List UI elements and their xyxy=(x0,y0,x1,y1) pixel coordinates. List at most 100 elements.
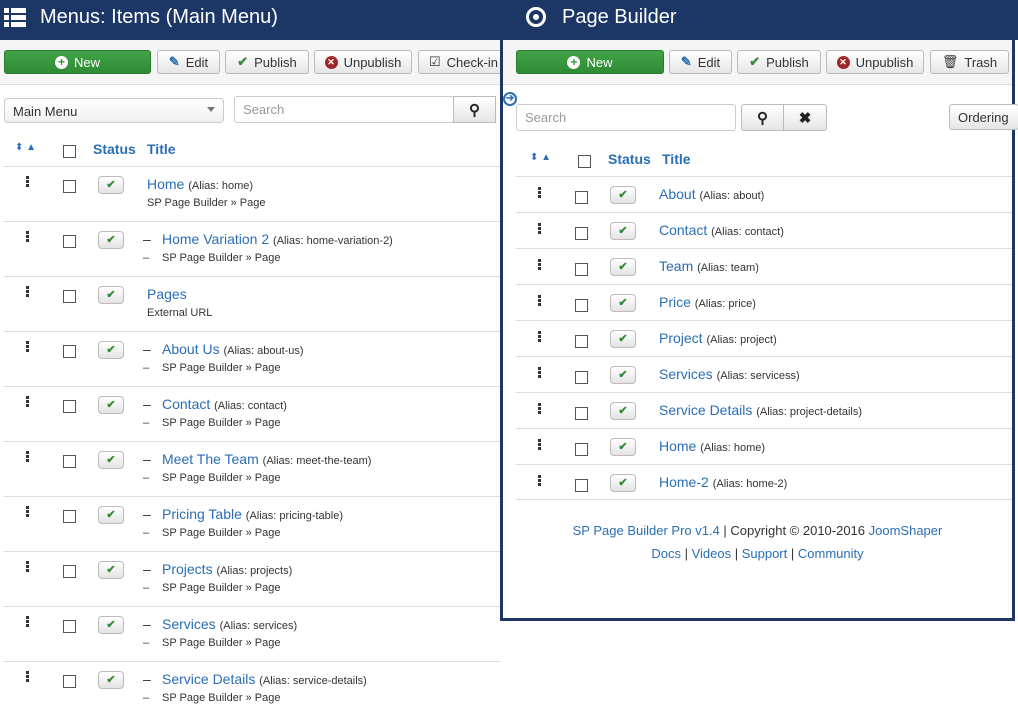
drag-handle-icon[interactable] xyxy=(538,223,541,234)
row-checkbox[interactable] xyxy=(575,227,588,240)
item-title[interactable]: Pricing Table xyxy=(162,506,242,522)
row-checkbox[interactable] xyxy=(575,299,588,312)
item-title-link[interactable]: About Us (Alias: about-us) xyxy=(162,341,304,357)
page-title-link[interactable]: Service Details (Alias: project-details) xyxy=(659,402,862,418)
item-title[interactable]: Home xyxy=(147,176,184,192)
row-checkbox[interactable] xyxy=(575,191,588,204)
page-title[interactable]: Contact xyxy=(659,222,707,238)
drag-handle-icon[interactable] xyxy=(26,396,29,407)
page-title-link[interactable]: Contact (Alias: contact) xyxy=(659,222,784,238)
page-title[interactable]: Service Details xyxy=(659,402,752,418)
item-title[interactable]: About Us xyxy=(162,341,220,357)
row-checkbox[interactable] xyxy=(575,479,588,492)
drag-handle-icon[interactable] xyxy=(26,561,29,572)
ordering-select[interactable]: Ordering xyxy=(949,104,1018,130)
pb-edit-button[interactable]: ✎ Edit xyxy=(669,50,732,74)
videos-link[interactable]: Videos xyxy=(692,546,732,561)
title-header[interactable]: Title xyxy=(147,141,176,157)
status-published-toggle[interactable]: ✔ xyxy=(610,474,636,492)
page-title[interactable]: Team xyxy=(659,258,693,274)
pb-clear-button[interactable]: ✖ xyxy=(783,104,827,131)
row-checkbox[interactable] xyxy=(63,565,76,578)
drag-handle-icon[interactable] xyxy=(26,671,29,682)
status-published-toggle[interactable]: ✔ xyxy=(98,561,124,579)
status-published-toggle[interactable]: ✔ xyxy=(610,402,636,420)
company-link[interactable]: JoomShaper xyxy=(869,523,943,538)
row-checkbox[interactable] xyxy=(575,335,588,348)
sort-icon[interactable]: ⬍ ▲ xyxy=(15,142,36,153)
item-title[interactable]: Contact xyxy=(162,396,210,412)
page-title[interactable]: Services xyxy=(659,366,713,382)
drag-handle-icon[interactable] xyxy=(538,259,541,270)
pb-publish-button[interactable]: ✔ Publish xyxy=(737,50,821,74)
item-title[interactable]: Meet The Team xyxy=(162,451,259,467)
item-title[interactable]: Pages xyxy=(147,286,187,302)
status-published-toggle[interactable]: ✔ xyxy=(610,258,636,276)
row-checkbox[interactable] xyxy=(63,345,76,358)
pb-trash-button[interactable]: 🗑 Trash xyxy=(930,50,1009,74)
item-title[interactable]: Projects xyxy=(162,561,213,577)
drag-handle-icon[interactable] xyxy=(538,367,541,378)
status-published-toggle[interactable]: ✔ xyxy=(610,222,636,240)
item-title-link[interactable]: Pricing Table (Alias: pricing-table) xyxy=(162,506,343,522)
status-published-toggle[interactable]: ✔ xyxy=(98,341,124,359)
search-input[interactable]: Search xyxy=(234,96,454,123)
page-title-link[interactable]: Services (Alias: servicess) xyxy=(659,366,800,382)
row-checkbox[interactable] xyxy=(575,407,588,420)
drag-handle-icon[interactable] xyxy=(26,286,29,297)
item-title-link[interactable]: Pages xyxy=(147,286,187,302)
drag-handle-icon[interactable] xyxy=(538,331,541,342)
status-published-toggle[interactable]: ✔ xyxy=(98,451,124,469)
edit-button[interactable]: ✎ Edit xyxy=(157,50,220,74)
item-title-link[interactable]: Service Details (Alias: service-details) xyxy=(162,671,367,687)
pb-title-header[interactable]: Title xyxy=(662,151,691,167)
drag-handle-icon[interactable] xyxy=(26,451,29,462)
item-title-link[interactable]: Services (Alias: services) xyxy=(162,616,297,632)
pb-select-all-checkbox[interactable] xyxy=(578,155,591,168)
drag-handle-icon[interactable] xyxy=(538,439,541,450)
row-checkbox[interactable] xyxy=(63,510,76,523)
row-checkbox[interactable] xyxy=(63,235,76,248)
product-link[interactable]: SP Page Builder Pro v1.4 xyxy=(573,523,720,538)
community-link[interactable]: Community xyxy=(798,546,864,561)
pb-new-button[interactable]: + New xyxy=(516,50,664,74)
drag-handle-icon[interactable] xyxy=(26,616,29,627)
page-title[interactable]: Price xyxy=(659,294,691,310)
page-title-link[interactable]: Price (Alias: price) xyxy=(659,294,756,310)
item-title[interactable]: Services xyxy=(162,616,216,632)
row-checkbox[interactable] xyxy=(63,455,76,468)
status-published-toggle[interactable]: ✔ xyxy=(98,396,124,414)
menu-select[interactable]: Main Menu xyxy=(4,98,224,123)
status-published-toggle[interactable]: ✔ xyxy=(98,506,124,524)
pb-status-header[interactable]: Status xyxy=(608,151,651,167)
item-title[interactable]: Service Details xyxy=(162,671,255,687)
row-checkbox[interactable] xyxy=(63,675,76,688)
row-checkbox[interactable] xyxy=(63,290,76,303)
status-published-toggle[interactable]: ✔ xyxy=(610,294,636,312)
unpublish-button[interactable]: ✕ Unpublish xyxy=(314,50,412,74)
drag-handle-icon[interactable] xyxy=(26,176,29,187)
pb-search-button[interactable]: ⚲ xyxy=(741,104,784,131)
drag-handle-icon[interactable] xyxy=(26,506,29,517)
status-published-toggle[interactable]: ✔ xyxy=(610,438,636,456)
page-title-link[interactable]: Home-2 (Alias: home-2) xyxy=(659,474,787,490)
item-title[interactable]: Home Variation 2 xyxy=(162,231,269,247)
status-published-toggle[interactable]: ✔ xyxy=(98,616,124,634)
pb-search-input[interactable]: Search xyxy=(516,104,736,131)
item-title-link[interactable]: Home (Alias: home) xyxy=(147,176,253,192)
row-checkbox[interactable] xyxy=(63,620,76,633)
row-checkbox[interactable] xyxy=(63,180,76,193)
page-title[interactable]: Project xyxy=(659,330,703,346)
toggle-sidebar-icon[interactable]: ➔ xyxy=(503,92,517,106)
status-published-toggle[interactable]: ✔ xyxy=(98,671,124,689)
support-link[interactable]: Support xyxy=(742,546,788,561)
status-published-toggle[interactable]: ✔ xyxy=(610,330,636,348)
drag-handle-icon[interactable] xyxy=(538,295,541,306)
select-all-checkbox[interactable] xyxy=(63,145,76,158)
page-title-link[interactable]: About (Alias: about) xyxy=(659,186,764,202)
status-header[interactable]: Status xyxy=(93,141,136,157)
page-title-link[interactable]: Home (Alias: home) xyxy=(659,438,765,454)
sort-icon[interactable]: ⬍ ▲ xyxy=(530,152,551,163)
drag-handle-icon[interactable] xyxy=(26,231,29,242)
drag-handle-icon[interactable] xyxy=(538,187,541,198)
